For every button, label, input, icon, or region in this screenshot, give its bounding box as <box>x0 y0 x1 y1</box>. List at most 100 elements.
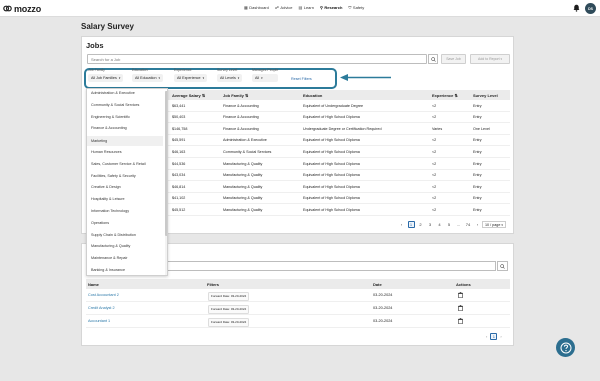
help-button[interactable] <box>556 338 575 357</box>
col-education[interactable]: Education <box>303 93 322 98</box>
job-search-input[interactable] <box>87 54 427 64</box>
jobs-title: Jobs <box>86 41 104 50</box>
dropdown-option[interactable]: Banking & Insurance <box>91 268 125 272</box>
dropdown-option[interactable]: Hospitality & Leisure <box>91 197 125 201</box>
add-to-report-button[interactable]: Add to Report ▾ <box>470 54 510 64</box>
cell-salary: $46,814 <box>172 184 186 189</box>
filter-education[interactable]: Education All Education ▾ <box>132 68 164 82</box>
page-74-button[interactable]: 74 <box>465 221 472 228</box>
col-experience[interactable]: Experience ⇅ <box>432 93 458 98</box>
nav-advice-label: Advice <box>280 5 293 10</box>
dropdown-option[interactable]: Maintenance & Repair <box>91 256 128 260</box>
cell-level: Entry <box>473 149 482 154</box>
sort-icon: ⇅ <box>245 93 249 98</box>
cell-education: Equivalent of High School Diploma <box>303 207 360 212</box>
sort-icon: ⇅ <box>201 93 206 98</box>
page-1-button[interactable]: 1 <box>490 333 498 340</box>
dropdown-scroll-thumb[interactable] <box>165 91 167 236</box>
cell-experience: <2 <box>432 207 437 212</box>
trash-icon[interactable] <box>458 318 463 324</box>
filter-job-family[interactable]: Job Family All Job Families ▾ <box>88 68 124 82</box>
col-job-family[interactable]: Job Family ⇅ <box>223 93 248 98</box>
trash-icon[interactable] <box>458 305 463 311</box>
reports-search-button[interactable] <box>497 261 508 271</box>
nav-learn-label: Learn <box>303 5 314 10</box>
col-job-family-label: Job Family <box>223 93 244 98</box>
nav-advice[interactable]: ☍ Advice <box>275 5 293 10</box>
page-5-button[interactable]: 5 <box>446 221 453 228</box>
page-3-button[interactable]: 3 <box>427 221 434 228</box>
advice-icon: ☍ <box>274 5 279 10</box>
filter-experience[interactable]: Experience All Experience ▾ <box>174 68 208 82</box>
cell-salary: $41,102 <box>172 196 186 201</box>
page-1-button[interactable]: 1 <box>407 221 415 228</box>
filter-manages-people[interactable]: Manages People All ▾ <box>252 68 279 82</box>
page-ellipsis[interactable]: ... <box>455 221 462 228</box>
dropdown-option[interactable]: Facilities, Safety & Security <box>91 174 136 178</box>
avatar[interactable]: DS <box>585 3 596 14</box>
cell-education: Equivalent of High School Diploma <box>303 161 360 166</box>
education-select[interactable]: All Education ▾ <box>132 74 164 82</box>
job-search-button[interactable] <box>428 54 438 64</box>
save-job-button[interactable]: Save Job <box>441 54 466 64</box>
cell-experience: Varies <box>432 126 443 131</box>
job-family-dropdown: Administration & Executive Community & So… <box>86 88 168 276</box>
main-nav: ▦ Dashboard ☍ Advice ▤ Learn ⚲ Research ⛉ Saf… <box>244 5 364 10</box>
chevron-down-icon: ▾ <box>202 76 205 80</box>
top-navigation: mozzo ▦ Dashboard ☍ Advice ▤ Learn ⚲ Researc… <box>0 0 600 17</box>
dropdown-option[interactable]: Administration & Executive <box>91 91 135 95</box>
page-2-button[interactable]: 2 <box>417 221 424 228</box>
dropdown-option[interactable]: Sales, Customer Service & Retail <box>91 162 146 166</box>
cell-education: Undergraduate Degree or Certification Re… <box>303 126 382 131</box>
filter-survey-level[interactable]: Survey Level All Levels ▾ <box>217 68 243 82</box>
next-page-button[interactable]: › <box>474 221 481 228</box>
nav-research[interactable]: ⚲ Research <box>320 5 342 10</box>
dropdown-option[interactable]: Community & Social Services <box>91 103 139 107</box>
dropdown-option[interactable]: Operations <box>91 221 109 225</box>
dropdown-option[interactable]: Marketing <box>87 136 163 147</box>
cell-family: Manufacturing & Quality <box>223 173 263 178</box>
report-name-link[interactable]: Credit Analyst 2 <box>88 306 115 310</box>
page-size-select[interactable]: 10 / page ▾ <box>482 221 506 228</box>
cell-experience: <2 <box>432 184 437 189</box>
manages-people-value: All <box>255 76 260 80</box>
dropdown-scrollbar[interactable] <box>165 91 167 275</box>
col-average-salary-label: Average Salary <box>172 93 201 98</box>
nav-safety[interactable]: ⛉ Safety <box>348 5 364 10</box>
dropdown-option[interactable]: Engineering & Scientific <box>91 115 130 119</box>
cell-education: Equivalent of High School Diploma <box>303 115 360 120</box>
chevron-down-icon: ▾ <box>501 222 503 227</box>
cell-salary: $43,034 <box>172 173 186 178</box>
cell-level: Entry <box>473 196 482 201</box>
experience-select[interactable]: All Experience ▾ <box>174 74 208 82</box>
col-average-salary[interactable]: Average Salary ⇅ <box>172 93 205 98</box>
report-name-link[interactable]: Cost Accountant 2 <box>88 293 119 297</box>
nav-learn[interactable]: ▤ Learn <box>298 5 314 10</box>
dropdown-option[interactable]: Supply Chain & Distribution <box>91 233 136 237</box>
dropdown-option[interactable]: Human Resources <box>91 150 122 154</box>
next-page-button[interactable]: › <box>500 334 501 339</box>
dropdown-option[interactable]: Information Technology <box>91 209 129 213</box>
cell-level: Entry <box>473 115 482 120</box>
page-4-button[interactable]: 4 <box>436 221 443 228</box>
manages-people-select[interactable]: All ▾ <box>252 74 279 82</box>
report-name-link[interactable]: Accountant 1 <box>88 319 110 323</box>
page-size-value: 10 / page <box>485 222 501 227</box>
prev-page-button[interactable]: ‹ <box>398 221 405 228</box>
col-survey-level[interactable]: Survey Level <box>473 93 498 98</box>
cell-experience: <2 <box>432 196 437 201</box>
bell-icon[interactable] <box>573 4 580 12</box>
dropdown-option[interactable]: Creative & Design <box>91 185 121 189</box>
cell-level: Entry <box>473 161 482 166</box>
cell-experience: <2 <box>432 138 437 143</box>
survey-level-select[interactable]: All Levels ▾ <box>217 74 243 82</box>
trash-icon[interactable] <box>458 292 463 298</box>
job-family-select[interactable]: All Job Families ▾ <box>88 74 124 82</box>
reset-filters-link[interactable]: Reset Filters <box>291 77 312 81</box>
logo[interactable]: mozzo <box>3 3 41 14</box>
dropdown-option[interactable]: Finance & Accounting <box>91 126 127 130</box>
report-date: 03-20-2024 <box>373 293 393 297</box>
prev-page-button[interactable]: ‹ <box>486 334 487 339</box>
nav-dashboard[interactable]: ▦ Dashboard <box>244 5 269 10</box>
dropdown-option[interactable]: Manufacturing & Quality <box>91 244 130 248</box>
